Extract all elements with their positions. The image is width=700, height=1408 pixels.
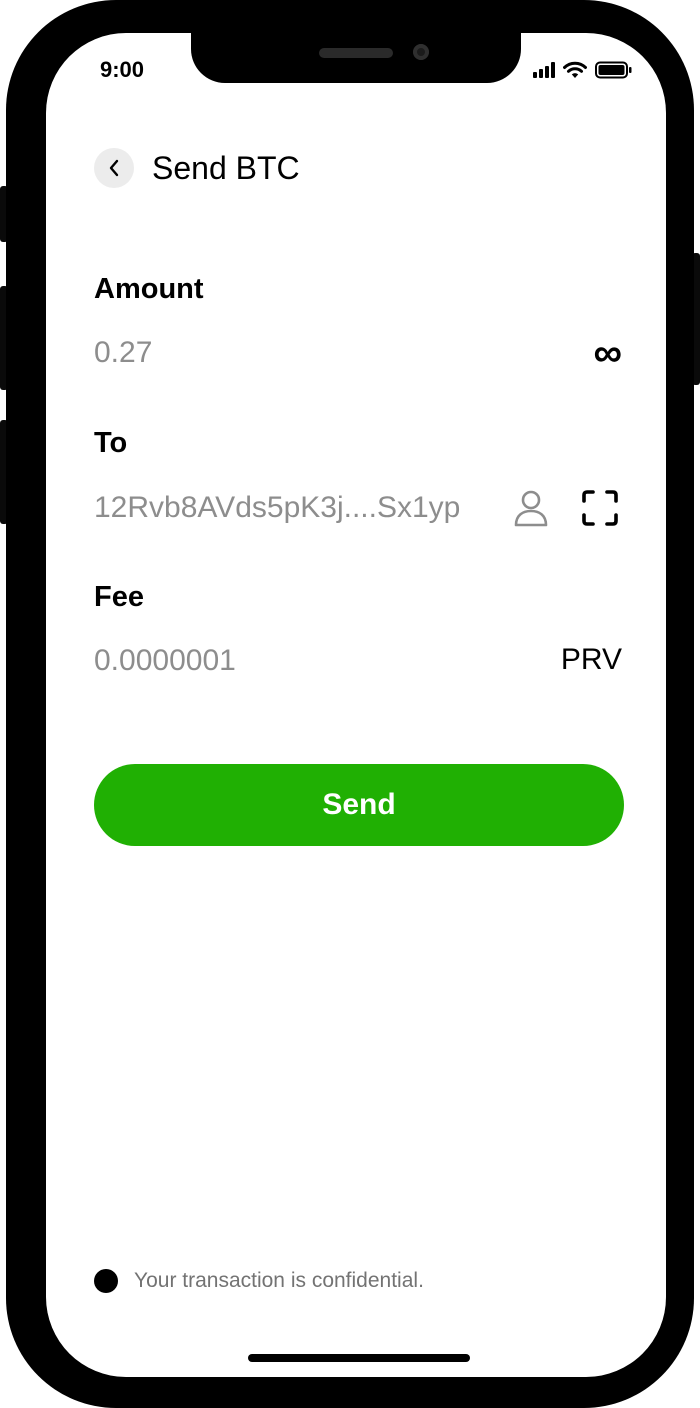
signal-icon: [533, 62, 555, 78]
app-screen: 9:00 Send BTC Amount 0.27 ∞ To 12Rvb8AVd…: [46, 33, 666, 1377]
max-amount-button[interactable]: ∞: [593, 333, 622, 373]
fee-label: Fee: [94, 581, 144, 613]
page-header: Send BTC: [94, 148, 300, 188]
battery-icon: [595, 61, 632, 79]
address-book-icon[interactable]: [513, 489, 549, 527]
send-button[interactable]: Send: [94, 764, 624, 846]
recipient-label: To: [94, 427, 128, 459]
fee-unit-selector[interactable]: PRV: [561, 643, 622, 677]
status-icons: [533, 60, 633, 80]
amount-label: Amount: [94, 273, 204, 305]
back-button[interactable]: [94, 148, 134, 188]
recipient-address-input[interactable]: 12Rvb8AVds5pK3j....Sx1yp: [94, 491, 460, 525]
chevron-left-icon: [109, 159, 119, 177]
page-title: Send BTC: [152, 149, 300, 186]
confidential-text: Your transaction is confidential.: [134, 1269, 424, 1292]
wifi-icon: [563, 61, 587, 78]
speaker-grille: [319, 48, 393, 58]
phone-frame: 9:00 Send BTC Amount 0.27 ∞ To 12Rvb8AVd…: [6, 0, 694, 1408]
home-indicator[interactable]: [248, 1354, 470, 1362]
confidential-note: Your transaction is confidential.: [94, 1269, 424, 1293]
front-camera: [413, 44, 429, 60]
status-time: 9:00: [100, 57, 145, 82]
fee-input[interactable]: 0.0000001: [94, 644, 236, 678]
notch: [191, 33, 521, 83]
privacy-dot-icon: [94, 1269, 118, 1293]
scan-qr-icon[interactable]: [582, 490, 618, 526]
amount-input[interactable]: 0.27: [94, 336, 152, 370]
